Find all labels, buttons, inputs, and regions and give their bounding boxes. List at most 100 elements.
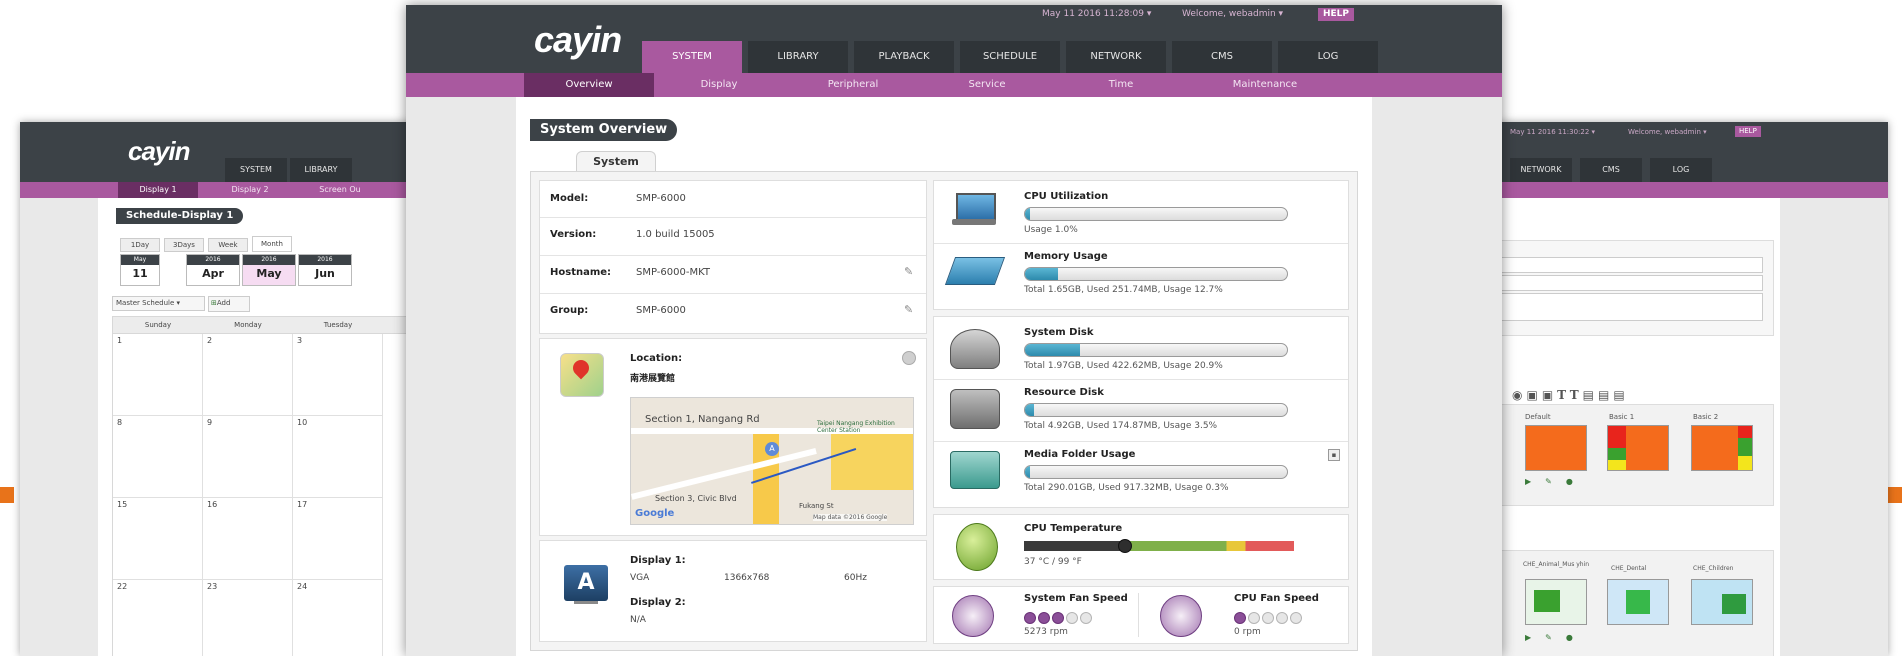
tab-schedule[interactable]: SCHEDULE (960, 41, 1060, 73)
right-tab-cms[interactable]: CMS (1580, 158, 1642, 182)
subtab-peripheral[interactable]: Peripheral (788, 73, 918, 97)
left-subtab-display1[interactable]: Display 1 (118, 182, 198, 198)
cal-day-17[interactable]: 17 (293, 498, 383, 580)
weekday-tuesday: Tuesday (323, 321, 353, 329)
subtab-overview[interactable]: Overview (524, 73, 654, 97)
section-tab-system[interactable]: System (576, 151, 656, 172)
media-1-thumb[interactable] (1525, 579, 1587, 625)
template-basic1-thumb[interactable] (1607, 425, 1669, 471)
hostname-edit-icon[interactable]: ✎ (904, 265, 913, 278)
cal-day-9[interactable]: 9 (203, 416, 293, 498)
thermometer-icon (956, 523, 998, 571)
subtab-time[interactable]: Time (1056, 73, 1186, 97)
resource-disk-icon (950, 389, 1000, 429)
cal-day-24[interactable]: 24 (293, 580, 383, 656)
cal-day-22[interactable]: 22 (113, 580, 203, 656)
media-actions[interactable]: ▶✎● (1525, 633, 1587, 642)
right-input-1[interactable] (1461, 257, 1763, 273)
view-tab-3days[interactable]: 3Days (164, 238, 204, 252)
image2-icon[interactable]: ▣ (1542, 388, 1557, 402)
add-button[interactable]: ⊞Add (208, 296, 250, 312)
doc2-icon[interactable]: ▤ (1598, 388, 1613, 402)
tab-network[interactable]: NETWORK (1066, 41, 1166, 73)
tab-library[interactable]: LIBRARY (748, 41, 848, 73)
template-actions[interactable]: ▶✎● (1525, 477, 1587, 486)
right-subnav (1460, 182, 1888, 198)
media-3-thumb[interactable] (1691, 579, 1753, 625)
location-map[interactable]: Section 1, Nangang Rd Section 3, Civic B… (630, 397, 914, 525)
media-folder-expand-icon[interactable]: ▪ (1328, 449, 1340, 461)
cal-day-3[interactable]: 3 (293, 334, 383, 416)
map-road-yellow2 (831, 434, 913, 490)
system-disk-bar-fill (1025, 344, 1080, 356)
cpu-fan-caption: 0 rpm (1234, 627, 1261, 637)
template-panel: Default Basic 1 Basic 2 ▶✎● (1460, 404, 1774, 506)
map-street-label: Section 1, Nangang Rd (645, 414, 760, 425)
location-settings-icon[interactable] (902, 351, 916, 365)
date-box-jun-bottom: Jun (315, 267, 335, 280)
disc-icon[interactable]: ◉ (1512, 388, 1526, 402)
disk-divider-1 (934, 379, 1348, 380)
right-tab-network[interactable]: NETWORK (1510, 158, 1572, 182)
text2-icon[interactable]: T (1570, 388, 1583, 402)
left-tab-system[interactable]: SYSTEM (225, 158, 287, 182)
master-schedule-select[interactable]: Master Schedule ▾ (112, 296, 205, 311)
media-3-inner (1722, 594, 1746, 614)
media-2-label: CHE_Dental (1611, 565, 1647, 572)
cal-day-16[interactable]: 16 (203, 498, 293, 580)
doc3-icon[interactable]: ▤ (1613, 388, 1628, 402)
subtab-maintenance[interactable]: Maintenance (1190, 73, 1340, 97)
template-basic2-thumb[interactable] (1691, 425, 1753, 471)
left-subtab-display2[interactable]: Display 2 (210, 182, 290, 198)
date-box-today[interactable]: May 11 (120, 254, 160, 286)
info-divider-2 (540, 255, 926, 256)
map-poi-label: Taipei Nangang Exhibition Center Station (817, 420, 895, 434)
view-tab-week[interactable]: Week (208, 238, 248, 252)
cal-day-1[interactable]: 1 (113, 334, 203, 416)
right-textarea[interactable] (1461, 293, 1763, 321)
laptop-screen (956, 193, 996, 221)
info-divider-3 (540, 293, 926, 294)
date-box-may[interactable]: 2016 May (242, 254, 296, 286)
right-help-button[interactable]: HELP (1735, 126, 1761, 137)
date-box-apr[interactable]: 2016 Apr (186, 254, 240, 286)
cal-day-8[interactable]: 8 (113, 416, 203, 498)
cal-day-10[interactable]: 10 (293, 416, 383, 498)
media-2-thumb[interactable] (1607, 579, 1669, 625)
info-card: Model: SMP-6000 Version: 1.0 build 15005… (539, 180, 927, 334)
right-tab-log[interactable]: LOG (1650, 158, 1712, 182)
location-card: Location: 南港展覽館 Section 1, Nangang Rd Se… (539, 338, 927, 536)
cal-day-2[interactable]: 2 (203, 334, 293, 416)
cpu-temp-scale (1024, 539, 1294, 553)
cal-day-15[interactable]: 15 (113, 498, 203, 580)
fan-level-dot (1276, 612, 1288, 624)
group-edit-icon[interactable]: ✎ (904, 303, 913, 316)
tab-cms[interactable]: CMS (1172, 41, 1272, 73)
version-value: 1.0 build 15005 (636, 229, 715, 240)
text-icon[interactable]: T (1557, 388, 1570, 402)
left-tab-library[interactable]: LIBRARY (290, 158, 352, 182)
main-subnav: Overview Display Peripheral Service Time… (406, 73, 1502, 97)
image-icon[interactable]: ▣ (1526, 388, 1541, 402)
subtab-display[interactable]: Display (654, 73, 784, 97)
date-box-jun[interactable]: 2016 Jun (298, 254, 352, 286)
left-subtab-screen[interactable]: Screen Ou (300, 182, 380, 198)
template-default-thumb[interactable] (1525, 425, 1587, 471)
help-button[interactable]: HELP (1318, 8, 1355, 21)
tab-log[interactable]: LOG (1278, 41, 1378, 73)
template-basic2-label: Basic 2 (1693, 413, 1719, 421)
main-topbar: cayin May 11 2016 11:28:09 ▾ Welcome, we… (406, 5, 1502, 73)
tab-system[interactable]: SYSTEM (642, 41, 742, 73)
subtab-service[interactable]: Service (922, 73, 1052, 97)
view-tab-1day[interactable]: 1Day (120, 238, 160, 252)
tab-playback[interactable]: PLAYBACK (854, 41, 954, 73)
right-input-2[interactable] (1461, 275, 1763, 291)
cpu-bar (1024, 207, 1288, 221)
temperature-card: CPU Temperature 37 °C / 99 °F (933, 514, 1349, 580)
view-tab-month[interactable]: Month (252, 236, 292, 252)
user-dropdown[interactable]: Welcome, webadmin ▾ (1182, 9, 1283, 19)
doc-icon[interactable]: ▤ (1583, 388, 1598, 402)
datetime-dropdown[interactable]: May 11 2016 11:28:09 ▾ (1042, 9, 1151, 19)
right-welcome[interactable]: Welcome, webadmin ▾ (1628, 128, 1707, 136)
cal-day-23[interactable]: 23 (203, 580, 293, 656)
